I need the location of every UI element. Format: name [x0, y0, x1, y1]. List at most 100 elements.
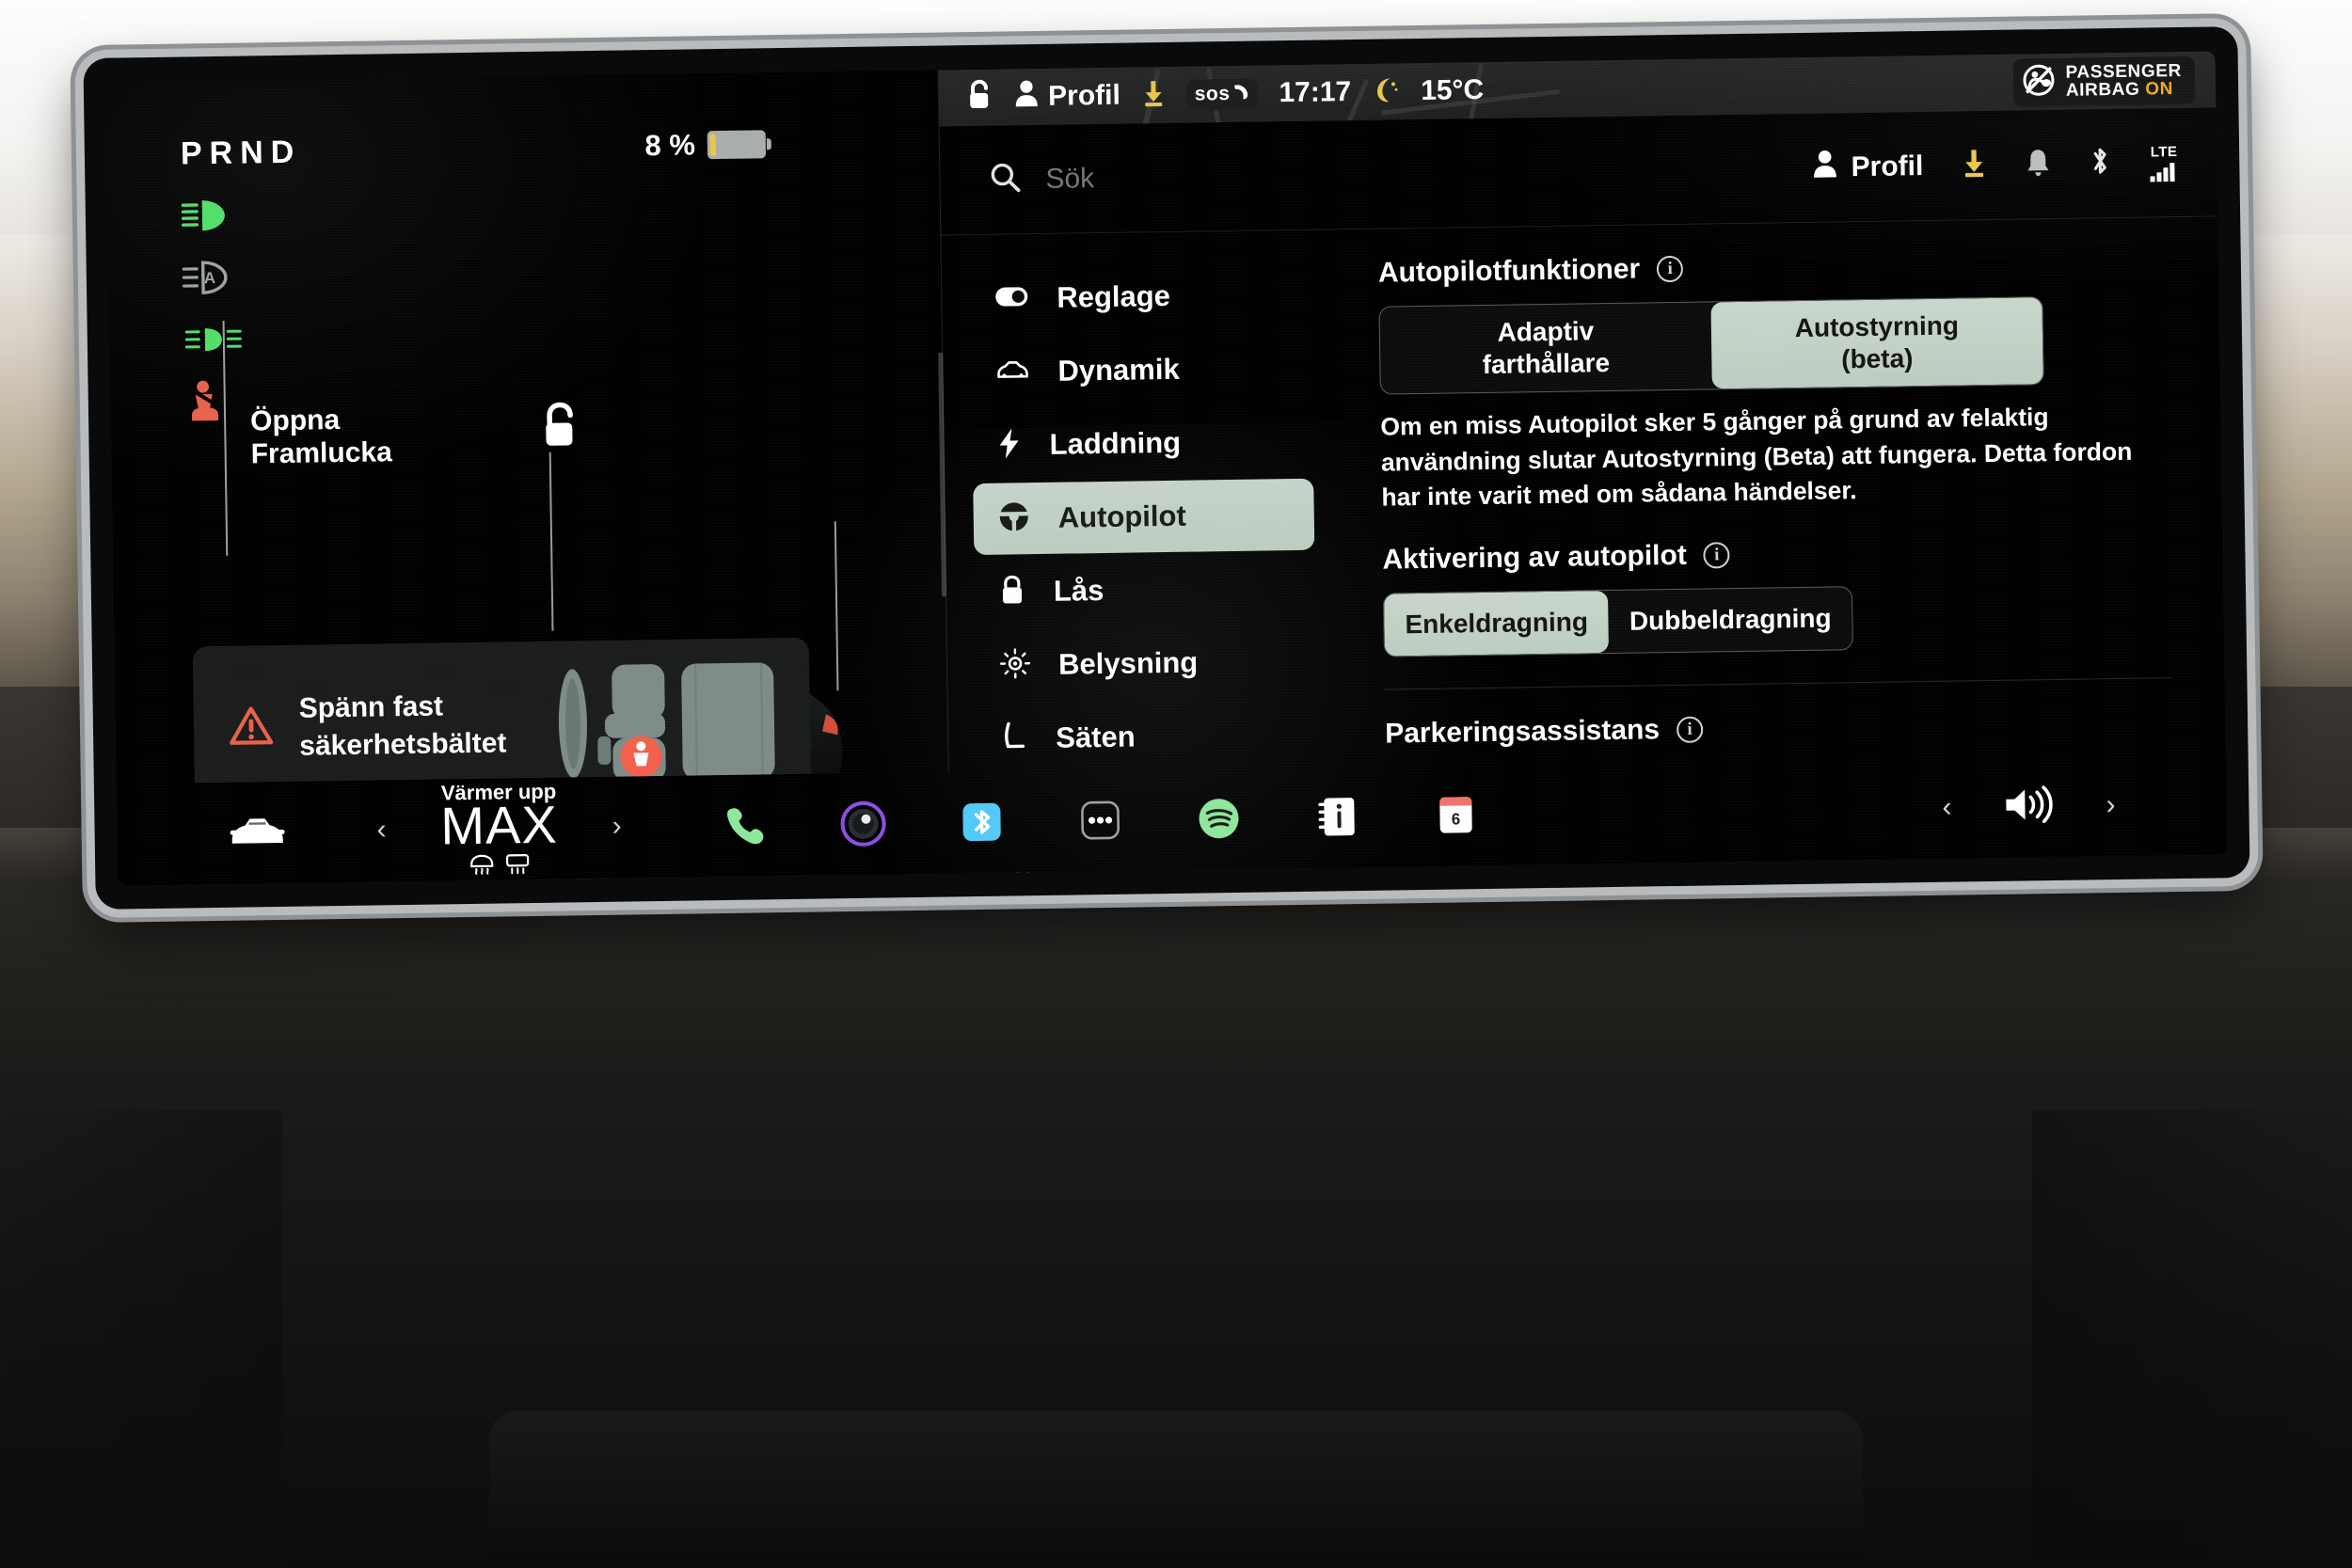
climate-increase-button[interactable]: ›: [612, 810, 622, 842]
sos-label: sos: [1194, 82, 1231, 105]
sidebar-item-label: Dynamik: [1057, 352, 1180, 388]
sos-button[interactable]: sos: [1185, 78, 1259, 111]
unlock-leader-line: [548, 451, 554, 631]
autopilot-engagement-segmented[interactable]: Enkeldragning Dubbeldragning: [1382, 586, 1854, 657]
bluetooth-icon[interactable]: [2089, 145, 2112, 182]
toggle-icon: [994, 286, 1028, 312]
battery-percent: 8 %: [644, 128, 696, 163]
sidebar-item-label: Säten: [1055, 720, 1136, 754]
sidebar-item-las[interactable]: Lås: [974, 552, 1315, 628]
volume-icon[interactable]: [2002, 784, 2056, 831]
telltale-stack: A: [177, 183, 265, 433]
info-icon[interactable]: i: [1676, 716, 1704, 743]
car-icon: [995, 359, 1029, 386]
network-label: LTE: [2150, 143, 2178, 160]
sidebar-item-label: Belysning: [1057, 645, 1199, 681]
sidebar-item-saten[interactable]: Säten: [977, 699, 1318, 775]
climate-decrease-button[interactable]: ‹: [376, 814, 387, 846]
autopilot-features-title: Autopilotfunktioner: [1377, 253, 1641, 289]
car-front-icon[interactable]: [228, 810, 287, 855]
warning-triangle-icon: [230, 705, 274, 751]
seatbelt-alert-text: Spänn fast säkerhetsbältet: [298, 687, 506, 764]
seat-icon: [1001, 721, 1028, 757]
vehicle-panel: PRND A 8 % Öppna Framlucka Spänn fast sä…: [105, 70, 1094, 886]
option-autosteer-beta[interactable]: Autostyrning (beta): [1710, 297, 2043, 389]
calendar-icon[interactable]: 6: [1430, 789, 1482, 841]
airbag-state: ON: [2145, 79, 2174, 100]
autopilot-features-block: Autopilotfunktioner i Adaptiv farthållar…: [1378, 245, 2169, 515]
search-row[interactable]: Profil: [939, 107, 2218, 236]
autopilot-engagement-block: Aktivering av autopilot i Enkeldragning …: [1382, 532, 2171, 657]
park-assist-title: Parkeringsassistans: [1384, 714, 1661, 750]
front-defrost-icon[interactable]: [469, 853, 495, 879]
person-icon: [1014, 79, 1040, 115]
open-frunk-callout[interactable]: Öppna Framlucka: [222, 320, 392, 556]
airbag-label-line2: AIRBAG ON: [2065, 79, 2174, 101]
passenger-airbag-badge: PASSENGER AIRBAG ON: [2012, 55, 2196, 107]
search-input[interactable]: [1045, 157, 1441, 196]
sidebar-item-reglage[interactable]: Reglage: [970, 259, 1311, 335]
battery-fill: [709, 134, 717, 157]
autopilot-features-help: Om en miss Autopilot sker 5 gånger på gr…: [1380, 403, 2133, 512]
fog-light-telltale: [179, 308, 264, 371]
frunk-label-line1: Öppna: [249, 404, 341, 437]
spotify-icon[interactable]: [1193, 793, 1245, 845]
status-profile[interactable]: Profil: [1014, 78, 1120, 116]
unlock-icon[interactable]: [536, 400, 582, 458]
sidebar-item-label: Reglage: [1057, 278, 1171, 314]
phone-handset-icon: [1232, 82, 1249, 105]
bluetooth-app-icon[interactable]: [956, 797, 1008, 848]
signal-icon: LTE: [2149, 143, 2180, 182]
option-double-pull[interactable]: Dubbeldragning: [1608, 587, 1852, 653]
moon-icon: [1372, 75, 1401, 108]
notes-icon[interactable]: [1311, 791, 1363, 843]
bolt-icon: [996, 427, 1022, 464]
screen-content[interactable]: PRND A 8 % Öppna Framlucka Spänn fast sä…: [105, 51, 2228, 886]
option-adaptive-cruise[interactable]: Adaptiv farthållare: [1379, 302, 1711, 393]
person-icon: [1812, 149, 1838, 185]
svg-text:A: A: [204, 269, 216, 287]
gear-indicator: PRND: [180, 134, 302, 172]
info-icon[interactable]: i: [1703, 542, 1731, 569]
seat-right-edge: [2032, 1110, 2352, 1568]
settings-panel[interactable]: Profil sos 17:17 15°C PASSENGER AIRBAG O…: [938, 51, 2228, 874]
status-temperature: 15°C: [1420, 73, 1485, 106]
frunk-label-line2: Framlucka: [250, 436, 392, 470]
search-profile-button[interactable]: Profil: [1812, 148, 1924, 186]
sidebar-item-autopilot[interactable]: Autopilot: [973, 478, 1315, 556]
autopilot-features-title-row: Autopilotfunktioner i: [1378, 245, 2166, 289]
unlock-icon[interactable]: [965, 78, 994, 117]
airbag-off-symbol-icon: [2022, 63, 2055, 101]
bell-icon[interactable]: [2025, 147, 2052, 182]
sidebar-item-dynamik[interactable]: Dynamik: [971, 332, 1312, 408]
auto-high-beam-telltale: A: [178, 245, 263, 309]
tesla-touchscreen[interactable]: PRND A 8 % Öppna Framlucka Spänn fast sä…: [83, 26, 2250, 910]
climate-control[interactable]: Värmer upp MAX ‹ ›: [376, 778, 623, 880]
calendar-date: 6: [1452, 810, 1461, 828]
sidebar-item-label: Laddning: [1049, 425, 1182, 461]
volume-control[interactable]: ‹ ›: [1942, 783, 2116, 832]
rear-defrost-icon[interactable]: [504, 853, 531, 879]
camera-icon[interactable]: [837, 798, 889, 849]
volume-down-button[interactable]: ‹: [1942, 792, 1952, 824]
sidebar-item-label: Lås: [1053, 574, 1104, 608]
phone-icon[interactable]: [719, 800, 771, 851]
sidebar-item-belysning[interactable]: Belysning: [976, 626, 1317, 702]
download-icon[interactable]: [1961, 148, 1988, 182]
seatbelt-alert-line2: säkerhetsbältet: [299, 726, 507, 762]
autopilot-features-segmented[interactable]: Adaptiv farthållare Autostyrning (beta): [1378, 296, 2044, 395]
volume-up-button[interactable]: ›: [2106, 789, 2116, 821]
app-dock[interactable]: 6: [719, 789, 1482, 851]
info-icon[interactable]: i: [1656, 255, 1684, 283]
center-console: [489, 1411, 1863, 1568]
battery-icon: [707, 130, 767, 160]
search-icon[interactable]: [989, 161, 1022, 198]
high-beam-telltale: [177, 183, 262, 246]
status-profile-label: Profil: [1047, 79, 1121, 112]
sidebar-item-laddning[interactable]: Laddning: [972, 405, 1313, 482]
park-assist-title-row: Parkeringsassistans i: [1385, 706, 2172, 750]
steering-wheel-icon: [997, 500, 1030, 538]
download-icon[interactable]: [1141, 78, 1167, 111]
option-single-pull[interactable]: Enkeldragning: [1384, 590, 1610, 657]
more-apps-icon[interactable]: [1074, 795, 1126, 847]
